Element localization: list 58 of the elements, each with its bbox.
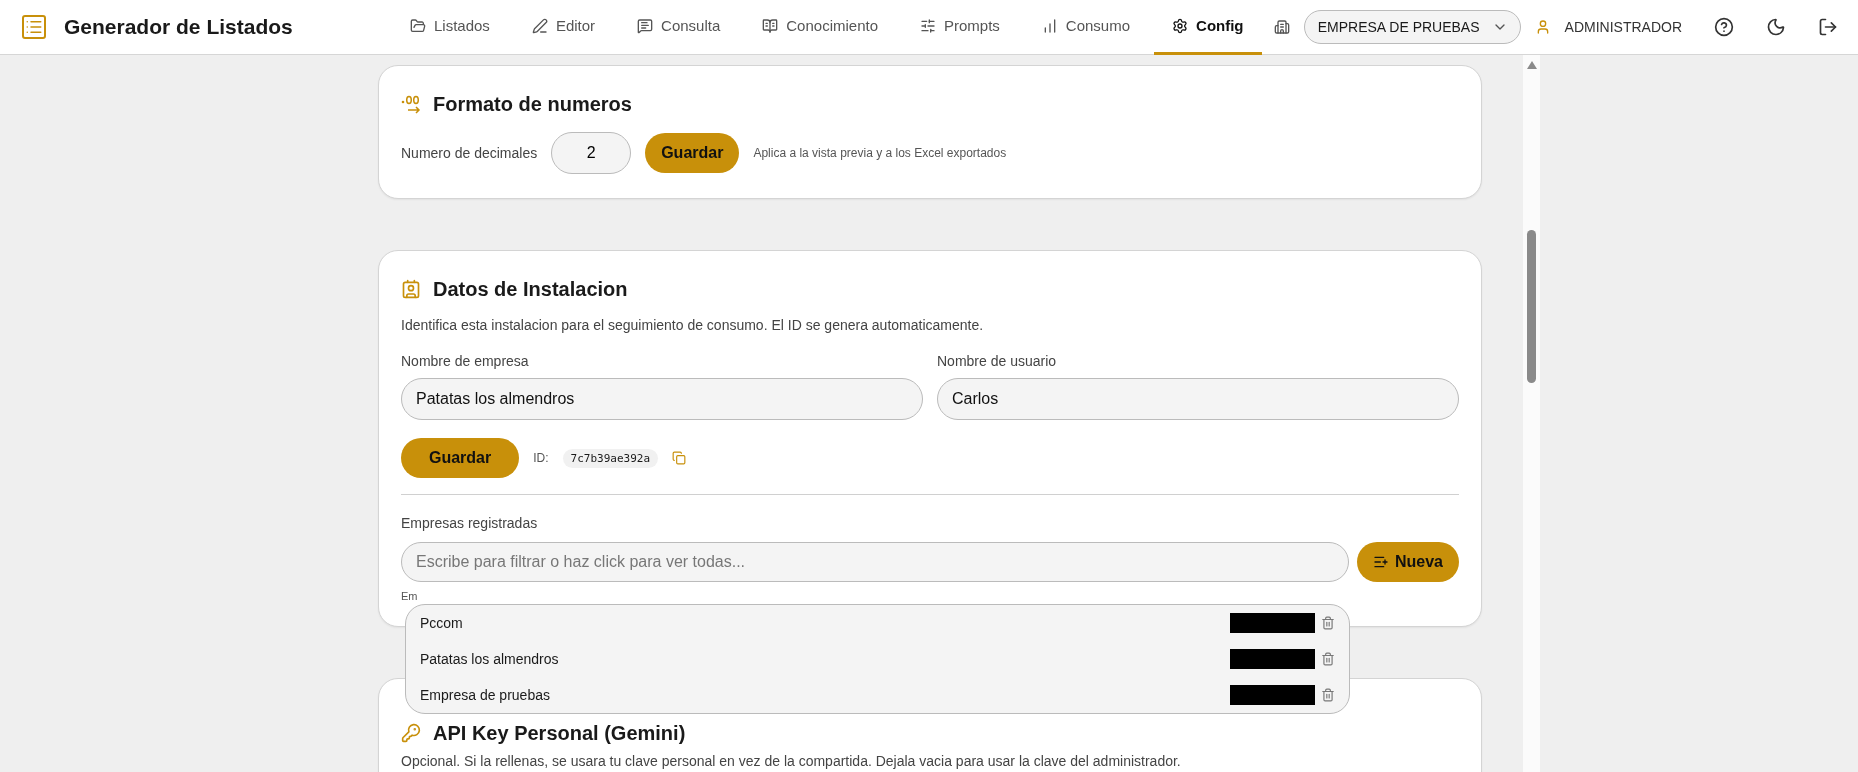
trash-icon[interactable]: [1321, 688, 1335, 702]
field-label: Numero de decimales: [401, 145, 538, 161]
trash-icon[interactable]: [1321, 652, 1335, 666]
nav-tab[interactable]: Consulta: [619, 0, 739, 55]
book-icon: [762, 17, 779, 34]
nav-tab[interactable]: Prompts: [902, 0, 1018, 55]
id-label: ID:: [533, 451, 549, 465]
logout-icon[interactable]: [1818, 17, 1838, 37]
card-title: Formato de numeros: [433, 92, 632, 116]
company-name: Pccom: [420, 615, 463, 631]
trash-icon[interactable]: [1321, 616, 1335, 630]
pen-icon: [531, 17, 548, 34]
id-value: 7c7b39ae392a: [562, 448, 659, 468]
settings-icon: [1172, 17, 1189, 34]
id-card-icon: [401, 279, 421, 299]
folder-icon: [410, 17, 426, 34]
new-button[interactable]: Nueva: [1356, 542, 1459, 582]
scroll-thumb[interactable]: [1527, 230, 1536, 383]
save-button[interactable]: Guardar: [401, 438, 520, 478]
text-input[interactable]: Carlos: [937, 378, 1459, 420]
text-input[interactable]: Patatas los almendros: [401, 378, 923, 420]
search-field[interactable]: Escribe para filtrar o haz click para ver todas...: [401, 542, 1349, 582]
chat-icon: [637, 17, 654, 34]
decimals-input[interactable]: 2: [551, 132, 632, 174]
card-title: API Key Personal (Gemini): [433, 721, 686, 745]
company-name: Empresa de pruebas: [420, 687, 550, 703]
key-icon: [401, 723, 421, 743]
sliders-icon: [920, 17, 936, 34]
dropdown-item[interactable]: Empresa de pruebas: [406, 677, 1349, 713]
nav-tab[interactable]: Consumo: [1023, 0, 1149, 55]
nav-tab[interactable]: Conocimiento: [744, 0, 896, 55]
copy-icon[interactable]: [672, 451, 687, 465]
card-description: Opcional. Si la rellenas, se usara tu clave personal en vez de la compartida. Dejala vacia para usar la clave del administrador.: [401, 753, 1182, 769]
company-select[interactable]: EMPRESA DE PRUEBAS: [1303, 10, 1521, 44]
dropdown-item[interactable]: Patatas los almendros: [406, 641, 1349, 677]
save-button[interactable]: Guardar: [645, 133, 740, 173]
dropdown-item[interactable]: Pccom: [406, 605, 1349, 641]
building-icon: [1273, 19, 1290, 35]
app-title: Generador de Listados: [64, 15, 293, 39]
list-icon: [22, 15, 46, 39]
list-plus-icon: [1372, 554, 1389, 570]
field-label: Empresas registradas: [401, 515, 538, 531]
field-label: Nombre de empresa: [401, 353, 530, 369]
card-title: Datos de Instalacion: [433, 277, 628, 301]
hint-text: Em: [401, 590, 419, 602]
field-label: Nombre de usuario: [937, 353, 1058, 369]
scrollbar[interactable]: [1523, 55, 1540, 772]
user-role: ADMINISTRADOR: [1564, 19, 1682, 35]
scroll-up-icon[interactable]: [1527, 61, 1537, 69]
help-icon[interactable]: [1714, 17, 1734, 37]
company-name: Patatas los almendros: [420, 651, 559, 667]
decimal-arrow-icon: [401, 94, 421, 114]
nav-tab[interactable]: Editor: [513, 0, 614, 55]
moon-icon[interactable]: [1766, 17, 1786, 37]
nav-tab[interactable]: Config: [1154, 0, 1262, 55]
nav-tab[interactable]: Listados: [392, 0, 508, 55]
card-description: Identifica esta instalacion para el seguimiento de consumo. El ID se genera automaticamente.: [401, 317, 985, 333]
help-text: Aplica a la vista previa y a los Excel exportados: [753, 146, 1007, 160]
